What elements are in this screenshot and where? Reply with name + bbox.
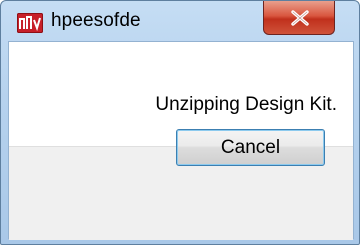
close-button[interactable]	[263, 1, 335, 35]
dialog-window: hpeesofde Unzipping Design Kit. Cancel	[0, 0, 360, 245]
app-icon	[17, 13, 43, 33]
title-bar[interactable]: hpeesofde	[1, 1, 359, 35]
window-title: hpeesofde	[51, 10, 141, 31]
status-message: Unzipping Design Kit.	[155, 94, 337, 115]
close-icon	[291, 10, 309, 26]
cancel-button[interactable]: Cancel	[176, 129, 325, 166]
